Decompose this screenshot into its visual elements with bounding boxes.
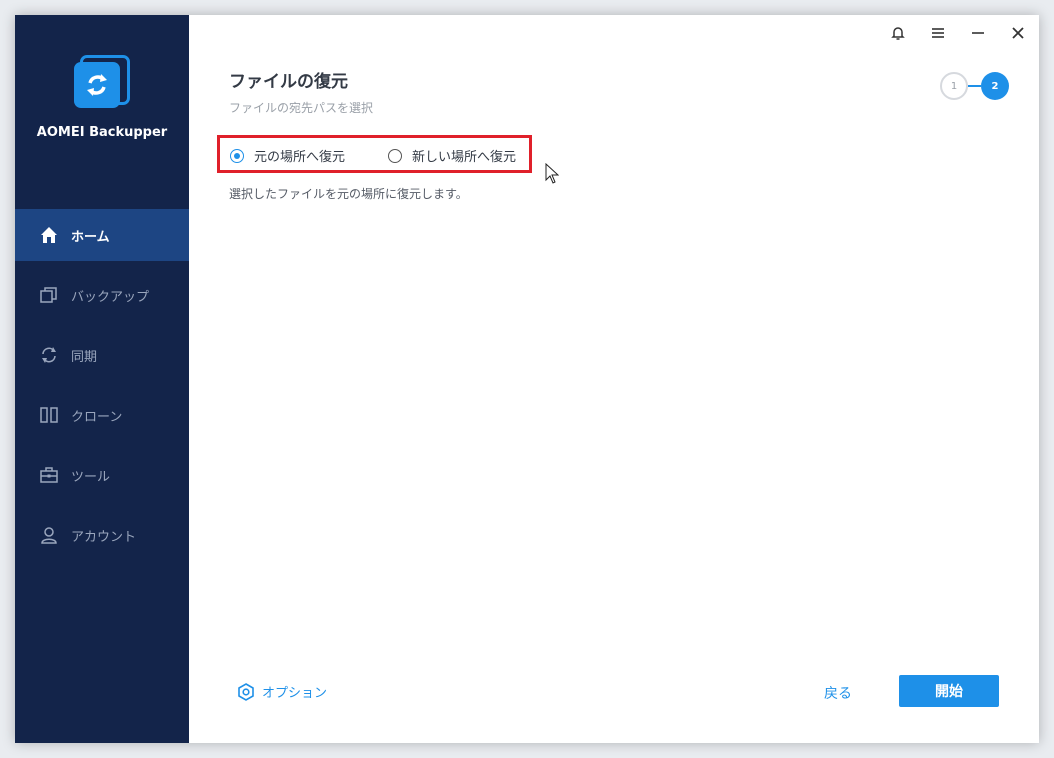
sidebar-item-home[interactable]: ホーム — [15, 209, 189, 261]
sidebar-item-label: バックアップ — [71, 289, 150, 305]
sidebar-item-tools[interactable]: ツール — [15, 449, 189, 501]
page-subtitle: ファイルの宛先パスを選択 — [229, 101, 374, 115]
options-label: オプション — [262, 686, 328, 701]
sidebar-item-account[interactable]: アカウント — [15, 509, 189, 561]
account-icon — [39, 525, 59, 545]
app-window: AOMEI Backupper ホーム バックアップ 同期 クローン ツール ア… — [15, 15, 1039, 743]
bell-icon — [890, 25, 906, 45]
app-logo-icon — [74, 62, 120, 108]
sidebar: AOMEI Backupper ホーム バックアップ 同期 クローン ツール ア… — [15, 15, 189, 743]
step-connector — [968, 85, 981, 87]
backup-icon — [39, 285, 59, 305]
app-name: AOMEI Backupper — [36, 125, 168, 140]
minimize-icon — [970, 25, 986, 45]
back-button[interactable]: 戻る — [815, 682, 861, 704]
restore-original-label: 元の場所へ復元 — [254, 150, 346, 165]
mouse-cursor-icon — [545, 162, 560, 189]
sidebar-item-label: 同期 — [71, 349, 98, 365]
home-icon — [39, 225, 59, 245]
radio-new[interactable] — [388, 148, 402, 163]
start-button[interactable]: 開始 — [899, 675, 999, 707]
sidebar-item-label: クローン — [71, 409, 123, 425]
menu-button[interactable] — [928, 25, 948, 45]
clone-icon — [39, 405, 59, 425]
step-1-indicator: 1 — [940, 72, 968, 100]
step-2-indicator: 2 — [981, 72, 1009, 100]
gear-icon — [237, 682, 255, 701]
sidebar-item-label: ツール — [71, 469, 111, 485]
menu-icon — [930, 25, 946, 45]
minimize-button[interactable] — [968, 25, 988, 45]
close-button[interactable] — [1008, 25, 1028, 45]
restore-new-option[interactable]: 新しい場所へ復元 — [388, 146, 516, 165]
restore-original-option[interactable]: 元の場所へ復元 — [230, 146, 345, 165]
restore-description: 選択したファイルを元の場所に復元します。 — [229, 187, 468, 201]
app-logo — [72, 55, 130, 113]
radio-original[interactable] — [230, 148, 244, 163]
sidebar-item-clone[interactable]: クローン — [15, 389, 189, 441]
close-icon — [1010, 25, 1026, 45]
notification-button[interactable] — [888, 25, 908, 45]
sidebar-item-backup[interactable]: バックアップ — [15, 269, 189, 321]
restore-new-label: 新しい場所へ復元 — [412, 150, 517, 165]
tools-icon — [39, 465, 59, 485]
sidebar-item-label: アカウント — [71, 529, 137, 545]
options-link[interactable]: オプション — [237, 682, 327, 701]
sidebar-item-sync[interactable]: 同期 — [15, 329, 189, 381]
sidebar-item-label: ホーム — [71, 229, 110, 245]
page-title: ファイルの復元 — [229, 72, 348, 92]
sync-icon — [39, 345, 59, 365]
